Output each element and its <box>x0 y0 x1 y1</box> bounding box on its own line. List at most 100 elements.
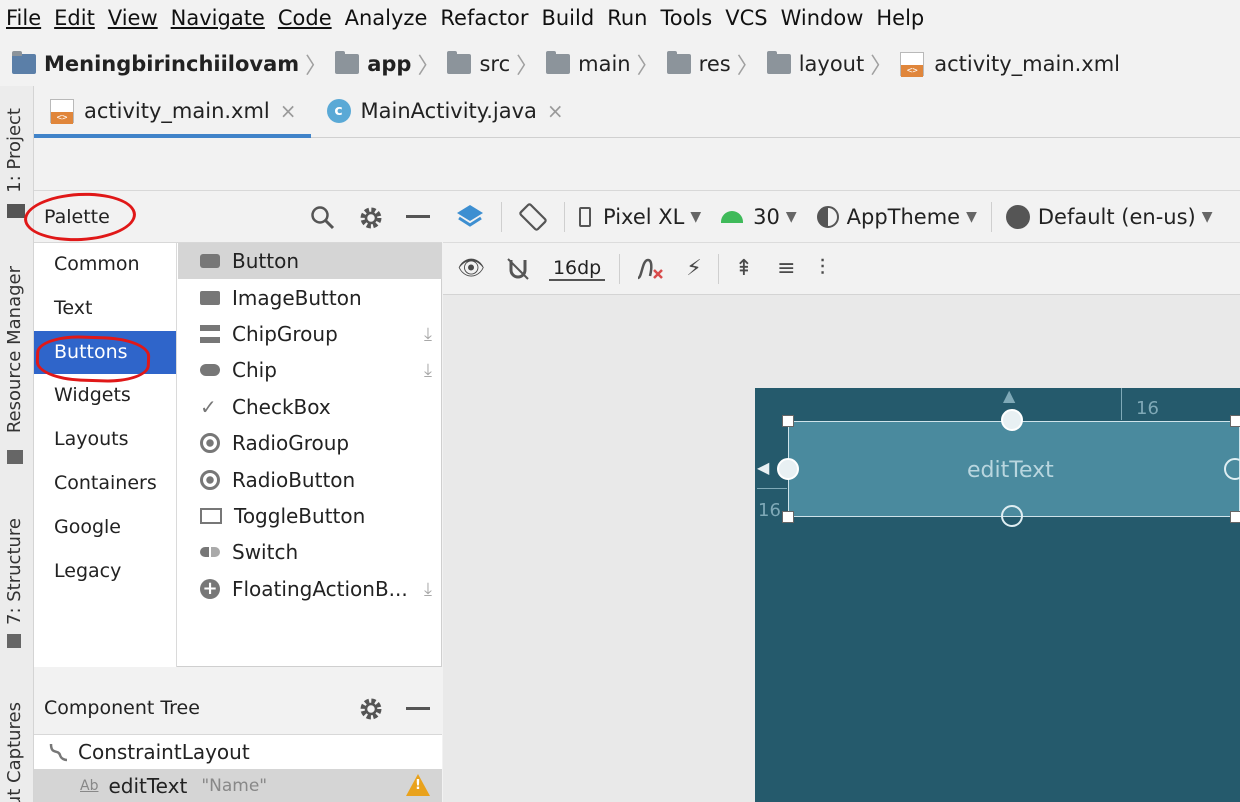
switch-icon <box>200 547 220 558</box>
search-icon[interactable] <box>310 205 336 231</box>
captures-tool-button[interactable]: ut Captures <box>4 702 25 802</box>
tree-node-constraintlayout[interactable]: ConstraintLayout <box>34 735 442 769</box>
breadcrumb: Meningbirinchiilovam 〉 app 〉 src 〉 main … <box>0 42 1240 86</box>
menu-vcs[interactable]: VCS <box>723 6 778 30</box>
minimize-icon[interactable] <box>406 215 430 219</box>
tree-node-edittext[interactable]: Ab editText "Name" <box>34 769 442 802</box>
palette-category-list: Common Text Buttons Widgets Layouts Cont… <box>34 243 177 667</box>
menu-file[interactable]: File <box>4 6 52 30</box>
orientation-icon[interactable] <box>518 202 548 232</box>
api-dropdown[interactable]: 30 ▼ <box>711 205 807 229</box>
minimize-icon[interactable] <box>406 707 430 711</box>
category-layouts[interactable]: Layouts <box>34 418 176 462</box>
download-icon[interactable]: ⤓ <box>424 360 432 381</box>
chevron-down-icon: ▼ <box>690 208 702 225</box>
chevron-right-icon: 〉 <box>736 54 759 79</box>
menu-navigate[interactable]: Navigate <box>169 6 276 30</box>
resize-handle[interactable] <box>1230 415 1240 427</box>
menu-tools[interactable]: Tools <box>658 6 723 30</box>
resize-handle[interactable] <box>1230 511 1240 523</box>
device-dropdown[interactable]: Pixel XL ▼ <box>569 205 711 229</box>
component-imagebutton[interactable]: ImageButton <box>178 279 442 315</box>
left-constraint-handle[interactable] <box>777 458 799 480</box>
magic-wand-icon[interactable]: ⚡ <box>674 256 713 281</box>
bottom-constraint-handle[interactable] <box>1001 505 1023 527</box>
gear-icon[interactable] <box>358 696 384 722</box>
menu-view[interactable]: View <box>106 6 169 30</box>
chevron-down-icon: ▼ <box>966 208 977 225</box>
project-tool-button[interactable]: 1: Project <box>4 108 25 193</box>
margin-guide <box>1121 388 1122 420</box>
button-icon <box>200 254 220 269</box>
resource-manager-icon <box>7 450 23 464</box>
align-icon[interactable]: ≡ <box>765 256 807 281</box>
menu-analyze[interactable]: Analyze <box>343 6 439 30</box>
constraint-layout-icon <box>49 743 68 762</box>
component-chip[interactable]: Chip ⤓ <box>178 352 442 388</box>
layers-icon[interactable] <box>455 202 485 232</box>
component-radiobutton[interactable]: RadioButton <box>178 461 442 497</box>
palette-panel: Palette Common Text Buttons Widgets Layo… <box>34 191 442 667</box>
category-text[interactable]: Text <box>34 287 176 331</box>
component-togglebutton[interactable]: ToggleButton <box>178 498 442 534</box>
crumb-app[interactable]: app 〉 <box>335 48 447 80</box>
toolbar-separator <box>501 201 502 232</box>
component-radiogroup[interactable]: RadioGroup <box>178 425 442 461</box>
category-common[interactable]: Common <box>34 243 176 287</box>
locale-dropdown[interactable]: Default (en-us) ▼ <box>996 204 1223 229</box>
close-icon[interactable]: × <box>280 99 297 123</box>
category-containers[interactable]: Containers <box>34 462 176 506</box>
component-button[interactable]: Button <box>178 243 442 280</box>
guidelines-icon[interactable]: ⫶ <box>808 256 838 281</box>
tab-main-activity[interactable]: c MainActivity.java × <box>311 85 578 137</box>
menu-edit[interactable]: Edit <box>52 6 106 30</box>
right-constraint-handle[interactable] <box>1224 458 1240 480</box>
project-folder-icon <box>12 51 36 74</box>
crumb-file[interactable]: activity_main.xml <box>900 52 1120 77</box>
clear-constraints-icon[interactable] <box>634 256 664 282</box>
pack-icon[interactable]: ⇞ <box>723 256 765 281</box>
close-icon[interactable]: × <box>547 99 564 123</box>
component-checkbox[interactable]: ✓ CheckBox <box>178 389 442 425</box>
toolbar-separator <box>564 201 565 232</box>
crumb-src[interactable]: src 〉 <box>447 48 546 80</box>
download-icon[interactable]: ⤓ <box>424 324 432 345</box>
menu-run[interactable]: Run <box>605 6 658 30</box>
menu-refactor[interactable]: Refactor <box>438 6 539 30</box>
image-button-icon <box>200 290 220 305</box>
resize-handle[interactable] <box>782 511 794 523</box>
category-google[interactable]: Google <box>34 506 176 550</box>
annotation-circle-buttons <box>35 334 151 384</box>
menu-build[interactable]: Build <box>539 6 605 30</box>
crumb-project[interactable]: Meningbirinchiilovam 〉 <box>12 48 335 80</box>
structure-tool-button[interactable]: 7: Structure <box>4 518 25 625</box>
arrow-up-icon: ▲ <box>1003 386 1016 405</box>
component-floatingactionbutton[interactable]: + FloatingActionB... ⤓ <box>178 571 442 607</box>
crumb-res[interactable]: res 〉 <box>666 48 767 80</box>
default-margin-button[interactable]: 16dp <box>548 257 606 281</box>
component-switch[interactable]: Switch <box>178 534 442 570</box>
resize-handle[interactable] <box>782 415 794 427</box>
gear-icon[interactable] <box>358 205 384 231</box>
tab-activity-main[interactable]: activity_main.xml × <box>34 85 311 138</box>
crumb-main[interactable]: main 〉 <box>546 48 667 80</box>
menu-code[interactable]: Code <box>276 6 343 30</box>
crumb-layout[interactable]: layout 〉 <box>766 48 901 80</box>
toggle-button-icon <box>200 507 222 524</box>
component-chipgroup[interactable]: ChipGroup ⤓ <box>178 316 442 352</box>
warning-icon[interactable] <box>406 774 430 796</box>
theme-dropdown[interactable]: AppTheme ▼ <box>807 205 987 229</box>
top-constraint-handle[interactable] <box>1001 409 1023 431</box>
menu-window[interactable]: Window <box>779 6 875 30</box>
resource-folder-icon <box>666 51 691 74</box>
download-icon[interactable]: ⤓ <box>424 579 432 600</box>
autoconnect-icon[interactable] <box>505 256 531 282</box>
eye-icon[interactable]: 👁 <box>443 256 497 281</box>
component-tree-title: Component Tree <box>44 697 200 719</box>
phone-icon <box>579 206 591 227</box>
menu-help[interactable]: Help <box>874 6 935 30</box>
edittext-widget[interactable]: editText <box>788 421 1240 517</box>
resource-manager-tool-button[interactable]: Resource Manager <box>4 266 25 433</box>
toolbar-separator <box>717 253 719 284</box>
category-legacy[interactable]: Legacy <box>34 550 176 594</box>
